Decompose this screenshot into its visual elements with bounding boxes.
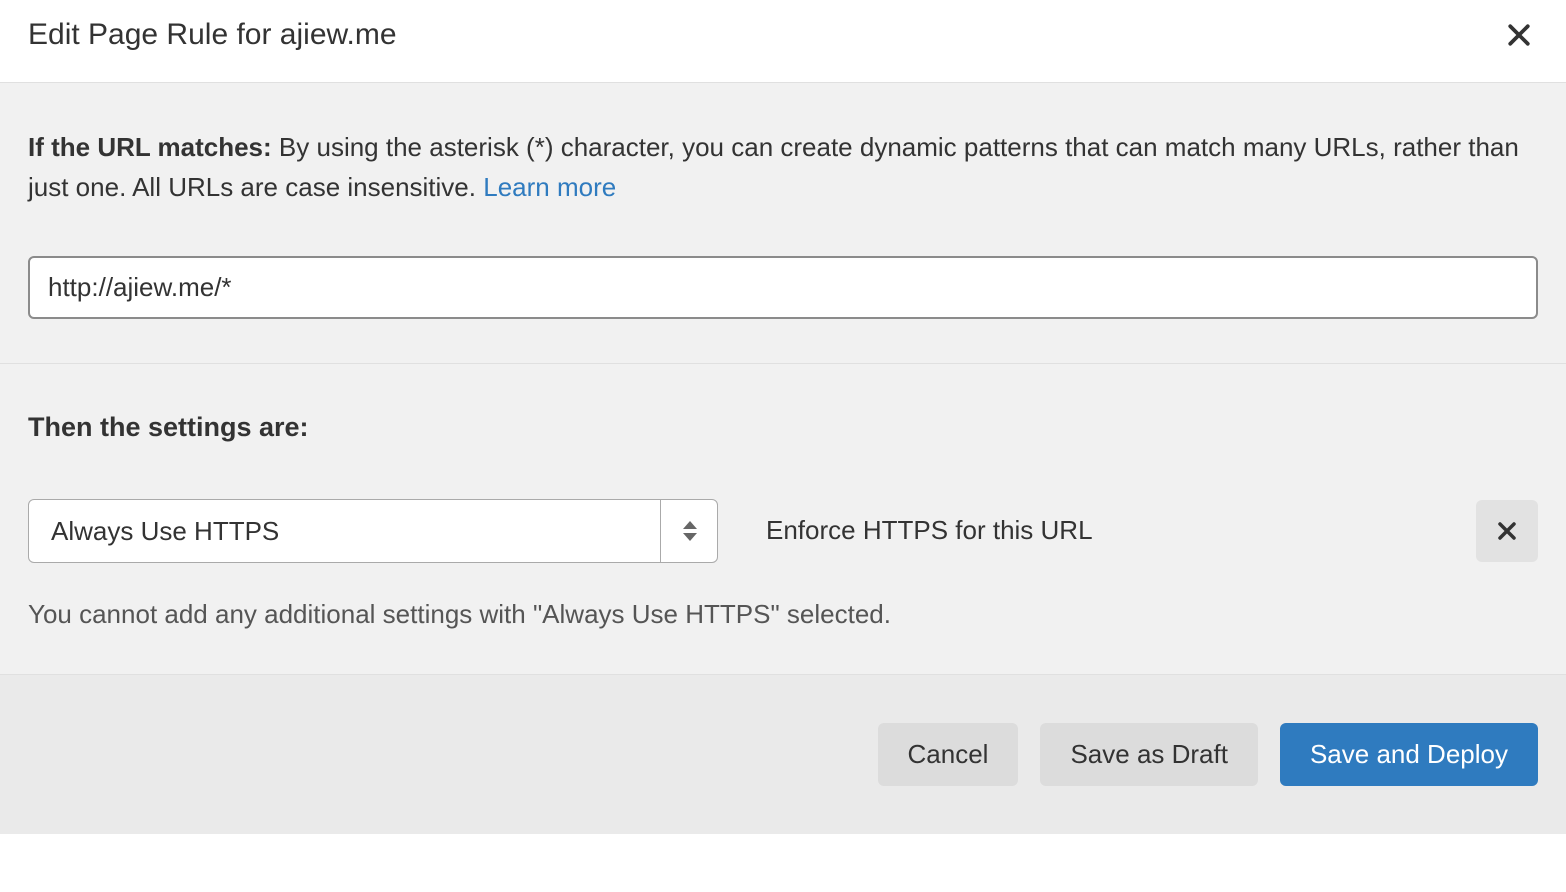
settings-heading: Then the settings are:: [28, 412, 1538, 443]
settings-row: Always Use HTTPS Enforce HTTPS for this …: [28, 499, 1538, 563]
cancel-button[interactable]: Cancel: [878, 723, 1019, 786]
url-match-label: If the URL matches:: [28, 132, 272, 162]
url-match-description: If the URL matches: By using the asteris…: [28, 127, 1538, 208]
setting-description: Enforce HTTPS for this URL: [766, 515, 1428, 546]
url-pattern-input[interactable]: [28, 256, 1538, 319]
url-match-section: If the URL matches: By using the asteris…: [0, 82, 1566, 364]
modal-header: Edit Page Rule for ajiew.me: [0, 0, 1566, 82]
settings-note: You cannot add any additional settings w…: [28, 599, 1538, 630]
save-draft-button[interactable]: Save as Draft: [1040, 723, 1258, 786]
modal-footer: Cancel Save as Draft Save and Deploy: [0, 675, 1566, 834]
settings-section: Then the settings are: Always Use HTTPS …: [0, 364, 1566, 675]
close-icon: [1504, 20, 1534, 50]
learn-more-link[interactable]: Learn more: [483, 172, 616, 202]
close-button[interactable]: [1500, 16, 1538, 54]
save-deploy-button[interactable]: Save and Deploy: [1280, 723, 1538, 786]
setting-select[interactable]: Always Use HTTPS: [28, 499, 718, 563]
remove-setting-button[interactable]: [1476, 500, 1538, 562]
modal-title: Edit Page Rule for ajiew.me: [28, 18, 397, 52]
remove-icon: [1495, 519, 1519, 543]
setting-select-wrapper: Always Use HTTPS: [28, 499, 718, 563]
